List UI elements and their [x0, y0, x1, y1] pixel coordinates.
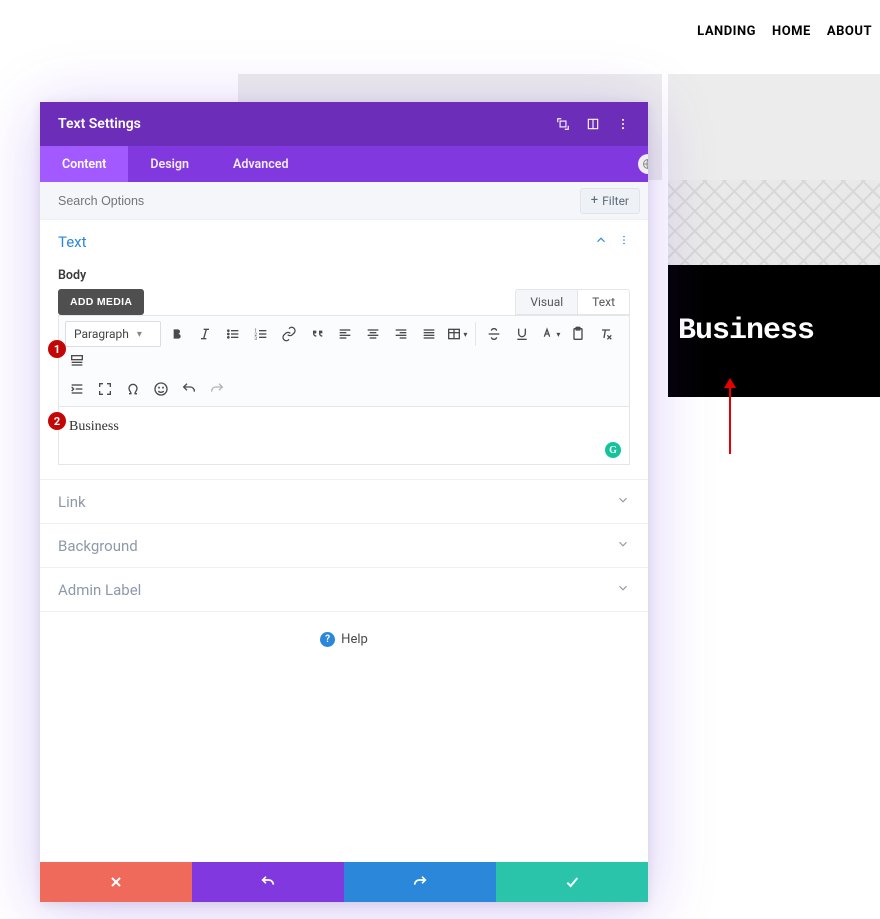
add-media-button[interactable]: ADD MEDIA	[58, 289, 144, 315]
section-background-title: Background	[58, 537, 138, 555]
table-icon[interactable]: ▾	[445, 322, 469, 346]
nav-about[interactable]: ABOUT	[827, 24, 872, 39]
preview-block-2	[668, 74, 880, 180]
editor-text-tab[interactable]: Text	[577, 289, 630, 315]
redo-icon[interactable]	[205, 377, 229, 401]
text-color-icon[interactable]: ▾	[538, 322, 562, 346]
modal-footer	[40, 862, 648, 902]
section-admin-label-title: Admin Label	[58, 581, 141, 599]
cancel-button[interactable]	[40, 862, 192, 902]
format-select[interactable]: Paragraph	[65, 321, 161, 347]
top-nav: LANDING HOME ABOUT	[697, 24, 872, 39]
preview-heading-block[interactable]: Business	[668, 265, 880, 397]
text-body-area: Body ADD MEDIA Visual Text Paragraph 123…	[40, 264, 648, 480]
help-row[interactable]: ? Help	[40, 612, 648, 667]
indent-icon[interactable]	[65, 377, 89, 401]
chevron-down-icon	[616, 537, 630, 555]
svg-text:3: 3	[254, 336, 257, 342]
help-label: Help	[341, 632, 368, 647]
underline-icon[interactable]	[510, 322, 534, 346]
strikethrough-icon[interactable]	[482, 322, 506, 346]
special-char-icon[interactable]	[121, 377, 145, 401]
bold-icon[interactable]	[165, 322, 189, 346]
italic-icon[interactable]	[193, 322, 217, 346]
modal-header[interactable]: Text Settings	[40, 102, 648, 146]
align-right-icon[interactable]	[389, 322, 413, 346]
emoji-icon[interactable]	[149, 377, 173, 401]
section-link-header[interactable]: Link	[40, 480, 648, 524]
filter-button[interactable]: + Filter	[580, 188, 640, 214]
annotation-arrow-line	[729, 384, 731, 454]
globe-icon[interactable]	[638, 154, 648, 174]
fullscreen-icon[interactable]	[93, 377, 117, 401]
editor-toolbar: Paragraph 123 ▾ ▾	[58, 315, 630, 407]
section-text-title: Text	[58, 233, 87, 251]
bullet-list-icon[interactable]	[221, 322, 245, 346]
nav-home[interactable]: HOME	[772, 24, 811, 39]
search-input[interactable]	[58, 194, 258, 208]
save-button[interactable]	[496, 862, 648, 902]
more-icon[interactable]	[616, 117, 630, 131]
modal-title: Text Settings	[58, 116, 141, 132]
section-link-title: Link	[58, 493, 86, 511]
section-background-header[interactable]: Background	[40, 524, 648, 568]
section-text-header[interactable]: Text	[40, 220, 648, 264]
chevron-down-icon	[616, 493, 630, 511]
preview-pattern-block	[668, 180, 880, 265]
paste-icon[interactable]	[566, 322, 590, 346]
align-center-icon[interactable]	[361, 322, 385, 346]
grammarly-icon[interactable]: G	[605, 442, 621, 458]
editor-content[interactable]: Business G	[58, 407, 630, 465]
preview-heading-text: Business	[678, 314, 814, 348]
align-left-icon[interactable]	[333, 322, 357, 346]
annotation-badge-1: 1	[48, 340, 66, 358]
undo-button[interactable]	[192, 862, 344, 902]
filter-label: Filter	[602, 194, 629, 208]
tab-design[interactable]: Design	[128, 146, 211, 182]
align-justify-icon[interactable]	[417, 322, 441, 346]
tab-content[interactable]: Content	[40, 146, 128, 182]
body-label: Body	[58, 268, 630, 283]
more-toolbar-icon[interactable]	[65, 349, 89, 373]
undo-icon[interactable]	[177, 377, 201, 401]
nav-landing[interactable]: LANDING	[697, 24, 756, 39]
section-admin-label-header[interactable]: Admin Label	[40, 568, 648, 612]
modal-tabs: Content Design Advanced	[40, 146, 648, 182]
chevron-down-icon	[616, 581, 630, 599]
search-row: + Filter	[40, 182, 648, 220]
clear-formatting-icon[interactable]	[594, 322, 618, 346]
annotation-badge-2: 2	[48, 412, 66, 430]
separator	[475, 322, 476, 346]
editor-visual-tab[interactable]: Visual	[515, 289, 577, 315]
expand-icon[interactable]	[556, 117, 570, 131]
chevron-up-icon	[594, 233, 608, 251]
link-icon[interactable]	[277, 322, 301, 346]
section-more-icon[interactable]	[618, 234, 630, 250]
quote-icon[interactable]	[305, 322, 329, 346]
redo-button[interactable]	[344, 862, 496, 902]
snap-icon[interactable]	[586, 117, 600, 131]
text-settings-modal: Text Settings Content Design Advanced + …	[40, 102, 648, 902]
numbered-list-icon[interactable]: 123	[249, 322, 273, 346]
help-icon: ?	[320, 632, 335, 647]
tab-advanced[interactable]: Advanced	[211, 146, 311, 182]
editor-text: Business	[69, 419, 119, 434]
